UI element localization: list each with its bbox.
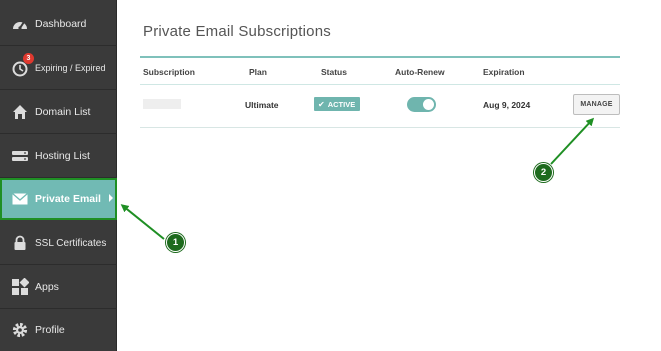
home-icon [11, 103, 29, 121]
sidebar-item-private-email[interactable]: Private Email [0, 178, 117, 220]
annotation-arrow-1 [121, 204, 166, 241]
sidebar-item-label: Private Email [35, 192, 101, 205]
server-icon [11, 147, 29, 165]
column-header-subscription: Subscription [143, 67, 195, 77]
plan-cell: Ultimate [245, 100, 279, 110]
column-header-auto-renew: Auto-Renew [395, 67, 445, 77]
sidebar-item-hosting-list[interactable]: Hosting List [0, 135, 117, 178]
status-badge: ✔ ACTIVE [314, 97, 360, 111]
auto-renew-toggle[interactable] [407, 97, 436, 112]
lock-icon [11, 234, 29, 252]
clock-refresh-icon: 3 [11, 53, 34, 77]
sidebar-item-label: Domain List [35, 106, 91, 118]
table-header-divider [140, 84, 620, 85]
sidebar-item-apps[interactable]: Apps [0, 266, 117, 309]
sidebar-item-profile[interactable]: Profile [0, 309, 117, 351]
sidebar-item-label: Apps [35, 281, 59, 293]
annotation-arrow-1-line [120, 204, 165, 240]
annotation-step-2: 2 [534, 163, 553, 182]
subscription-name-redacted [143, 99, 181, 109]
gear-icon [11, 321, 29, 339]
sidebar-item-expiring[interactable]: 3 Expiring / Expired [0, 47, 117, 90]
sidebar-item-label: SSL Certificates [35, 237, 107, 249]
chevron-right-icon [109, 194, 113, 202]
column-header-plan: Plan [249, 67, 267, 77]
dashboard-gauge-icon [11, 15, 29, 33]
status-label: ACTIVE [327, 99, 356, 109]
manage-button[interactable]: MANAGE [573, 94, 620, 115]
sidebar-item-label: Dashboard [35, 18, 87, 30]
sidebar-item-label: Profile [35, 324, 65, 336]
table-top-border [140, 56, 620, 58]
table-bottom-border [140, 127, 620, 128]
sidebar-item-domain-list[interactable]: Domain List [0, 91, 117, 134]
envelope-icon [11, 190, 29, 208]
annotation-step-1: 1 [166, 233, 185, 252]
sidebar: Dashboard 3 Expiring / Expired Domain Li… [0, 0, 117, 351]
check-icon: ✔ [318, 99, 325, 109]
expiration-cell: Aug 9, 2024 [483, 100, 531, 110]
apps-grid-icon [11, 278, 29, 296]
page-title: Private Email Subscriptions [143, 23, 331, 40]
expiring-count-badge: 3 [23, 53, 34, 64]
sidebar-item-label: Hosting List [35, 150, 90, 162]
toggle-knob [423, 99, 434, 110]
sidebar-item-label: Expiring / Expired [35, 63, 106, 73]
sidebar-item-dashboard[interactable]: Dashboard [0, 3, 117, 46]
column-header-status: Status [321, 67, 347, 77]
column-header-expiration: Expiration [483, 67, 525, 77]
sidebar-item-ssl-certificates[interactable]: SSL Certificates [0, 222, 117, 265]
